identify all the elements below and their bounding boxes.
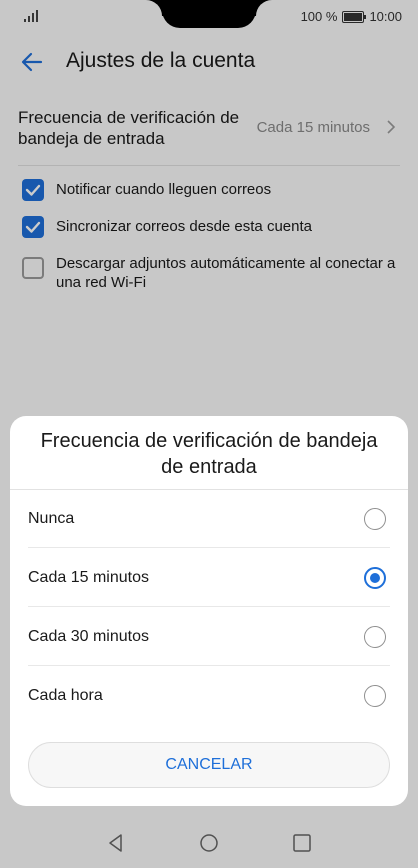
option-label: Nunca [28, 510, 75, 527]
option-label: Cada hora [28, 687, 103, 704]
dialog-title: Frecuencia de verificación de bandeja de… [40, 430, 378, 478]
radio-button[interactable] [364, 508, 386, 530]
divider [28, 665, 390, 666]
option-never[interactable]: Nunca [10, 490, 408, 548]
option-label: Cada 30 minutos [28, 628, 149, 645]
option-label: Cada 15 minutos [28, 569, 149, 586]
option-every-hour[interactable]: Cada hora [10, 667, 408, 725]
divider [28, 606, 390, 607]
radio-button-selected[interactable] [364, 567, 386, 589]
radio-button[interactable] [364, 626, 386, 648]
sync-frequency-dialog: Frecuencia de verificación de bandeja de… [10, 416, 408, 806]
radio-button[interactable] [364, 685, 386, 707]
option-every-30-minutes[interactable]: Cada 30 minutos [10, 608, 408, 666]
divider [28, 547, 390, 548]
cancel-button[interactable]: CANCELAR [28, 742, 390, 788]
option-every-15-minutes[interactable]: Cada 15 minutos [10, 549, 408, 607]
